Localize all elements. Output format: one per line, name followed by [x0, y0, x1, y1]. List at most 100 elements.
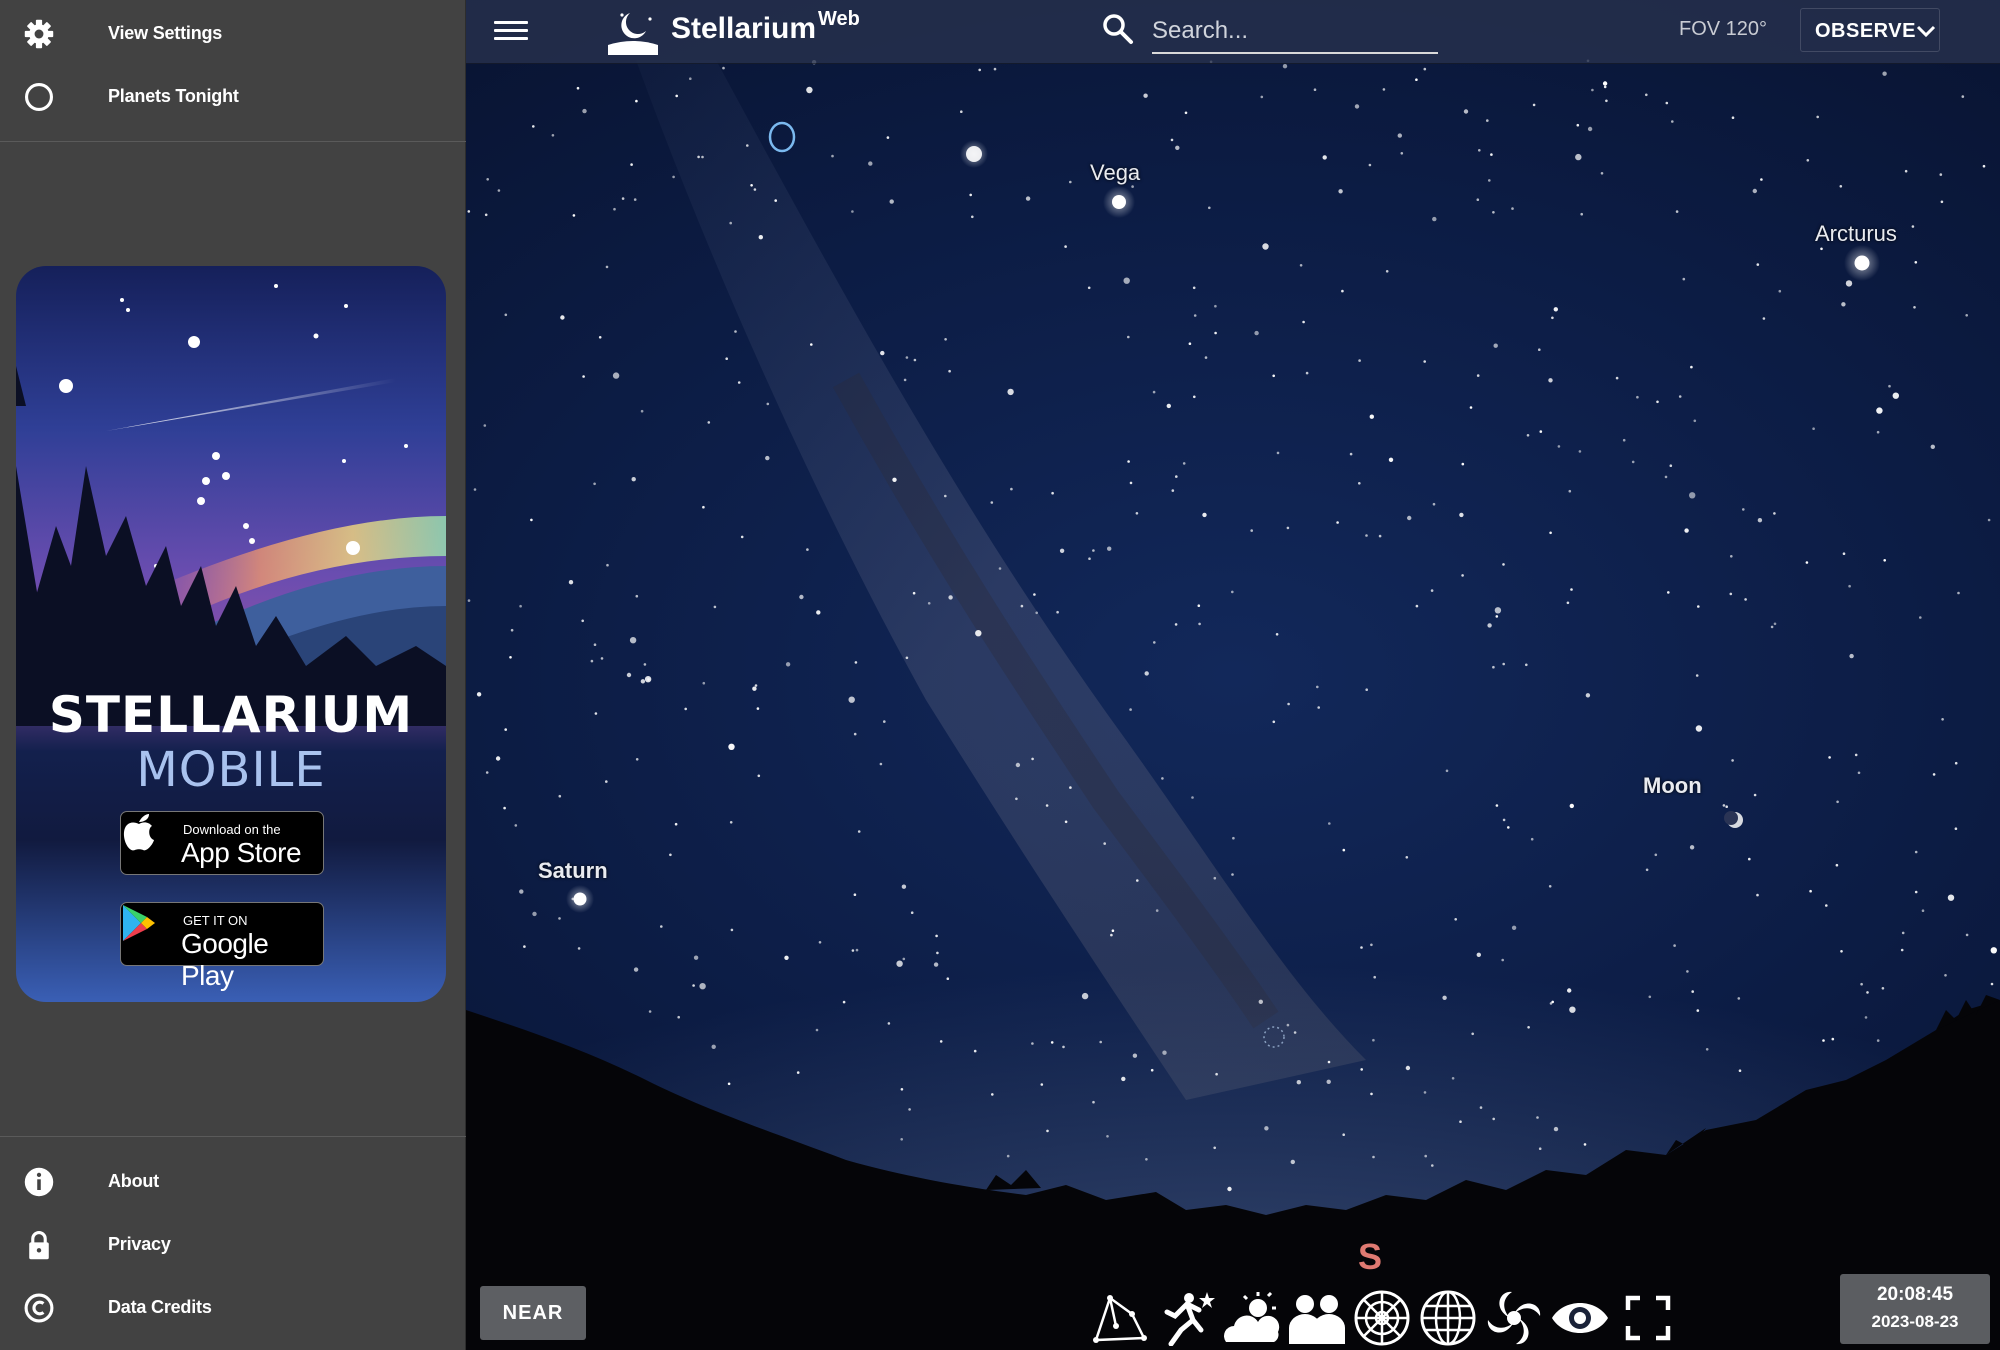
- star: [1731, 759, 1734, 762]
- deep-sky-objects-button[interactable]: [1484, 1290, 1544, 1346]
- star: [969, 193, 972, 197]
- saturn-planet[interactable]: [573, 892, 587, 906]
- star: [1551, 1000, 1554, 1004]
- star: [1286, 1023, 1290, 1027]
- stellarium-mobile-promo[interactable]: STELLARIUM MOBILE Download on the App St…: [16, 266, 446, 1002]
- star: [1864, 1016, 1868, 1019]
- star: [1432, 216, 1437, 222]
- star: [1502, 662, 1505, 666]
- star: [1840, 950, 1843, 953]
- star: [1673, 944, 1676, 947]
- star: [568, 580, 574, 585]
- star: [467, 210, 471, 213]
- sidebar-item-planets-tonight[interactable]: Planets Tonight: [0, 66, 466, 126]
- sky-view[interactable]: [466, 0, 2000, 1350]
- sky-canvas[interactable]: [466, 0, 2000, 1350]
- star: [503, 806, 506, 810]
- date-time-button[interactable]: 20:08:45 2023-08-23: [1840, 1274, 1990, 1344]
- sidebar-item-data-credits[interactable]: Data Credits: [0, 1277, 466, 1337]
- moon-label[interactable]: Moon: [1643, 773, 1702, 799]
- search-input[interactable]: [1152, 10, 1438, 54]
- star: [1191, 796, 1194, 799]
- vega-star[interactable]: [1112, 195, 1126, 209]
- star: [594, 712, 598, 715]
- arcturus-label[interactable]: Arcturus: [1815, 221, 1897, 247]
- vega-label[interactable]: Vega: [1090, 160, 1140, 186]
- star: [1762, 317, 1766, 320]
- star: [1231, 873, 1234, 876]
- constellation-art-button[interactable]: [1157, 1290, 1217, 1346]
- star: [1193, 314, 1197, 317]
- sidebar-item-view-settings[interactable]: View Settings: [0, 3, 466, 63]
- star: [1110, 933, 1113, 937]
- menu-button[interactable]: [494, 17, 528, 45]
- star: [1069, 786, 1072, 789]
- star: [1336, 521, 1339, 524]
- constellation-lines-button[interactable]: [1090, 1290, 1150, 1346]
- star: [1272, 720, 1276, 724]
- star: [1175, 475, 1178, 478]
- star: [629, 637, 637, 644]
- saturn-label[interactable]: Saturn: [538, 858, 608, 884]
- star: [1423, 67, 1427, 71]
- star: [1378, 534, 1382, 538]
- star: [504, 313, 508, 317]
- star: [1360, 946, 1363, 949]
- star: [902, 957, 906, 961]
- fullscreen-icon: [1625, 1295, 1671, 1341]
- star: [1695, 674, 1699, 677]
- star: [973, 1049, 977, 1053]
- promo-illustration: [16, 284, 446, 726]
- selection-marker[interactable]: [768, 121, 796, 153]
- night-mode-button[interactable]: [1550, 1290, 1610, 1346]
- star: [1603, 85, 1607, 89]
- sidebar-divider: [0, 141, 466, 142]
- star: [1493, 343, 1498, 348]
- star: [1276, 451, 1280, 455]
- observe-button[interactable]: OBSERVE: [1800, 8, 1940, 52]
- star: [606, 563, 609, 567]
- star: [993, 67, 997, 71]
- fullscreen-button[interactable]: [1618, 1290, 1678, 1346]
- star: [1904, 169, 1908, 173]
- star: [1025, 196, 1031, 201]
- google-play-button[interactable]: GET IT ON Google Play: [120, 902, 324, 991]
- star: [1175, 145, 1180, 150]
- star: [1914, 261, 1918, 264]
- star: [558, 794, 562, 798]
- star: [713, 605, 717, 609]
- star: [1327, 1060, 1331, 1064]
- sidebar-item-about[interactable]: About: [0, 1151, 466, 1211]
- star: [1526, 434, 1530, 437]
- star: [1296, 1080, 1301, 1085]
- star: [1015, 797, 1018, 801]
- star: [1940, 200, 1944, 204]
- star: [1193, 395, 1196, 399]
- azimuthal-grid-button[interactable]: [1352, 1290, 1412, 1346]
- star: [467, 599, 471, 602]
- star: [1166, 403, 1171, 409]
- star: [785, 662, 791, 667]
- star: [1636, 395, 1639, 399]
- star: [944, 338, 947, 341]
- near-button[interactable]: NEAR: [480, 1286, 586, 1340]
- star: [927, 602, 931, 605]
- equatorial-grid-button[interactable]: [1418, 1290, 1478, 1346]
- equatorial-grid-icon: [1420, 1290, 1476, 1346]
- star: [558, 917, 561, 920]
- star: [1405, 1065, 1411, 1071]
- app-store-button[interactable]: Download on the App Store: [120, 811, 324, 875]
- star: [1665, 101, 1669, 105]
- star: [1342, 848, 1346, 852]
- star: [1423, 1091, 1427, 1094]
- star: [1845, 280, 1853, 287]
- arcturus-star[interactable]: [1854, 255, 1870, 271]
- star: [1930, 444, 1936, 449]
- star: [1322, 155, 1327, 160]
- landscape-button[interactable]: [1287, 1290, 1347, 1346]
- star: [757, 774, 761, 778]
- star: [600, 657, 604, 660]
- atmosphere-button[interactable]: [1222, 1290, 1282, 1346]
- star: [1605, 99, 1608, 103]
- sidebar-item-privacy[interactable]: Privacy: [0, 1214, 466, 1274]
